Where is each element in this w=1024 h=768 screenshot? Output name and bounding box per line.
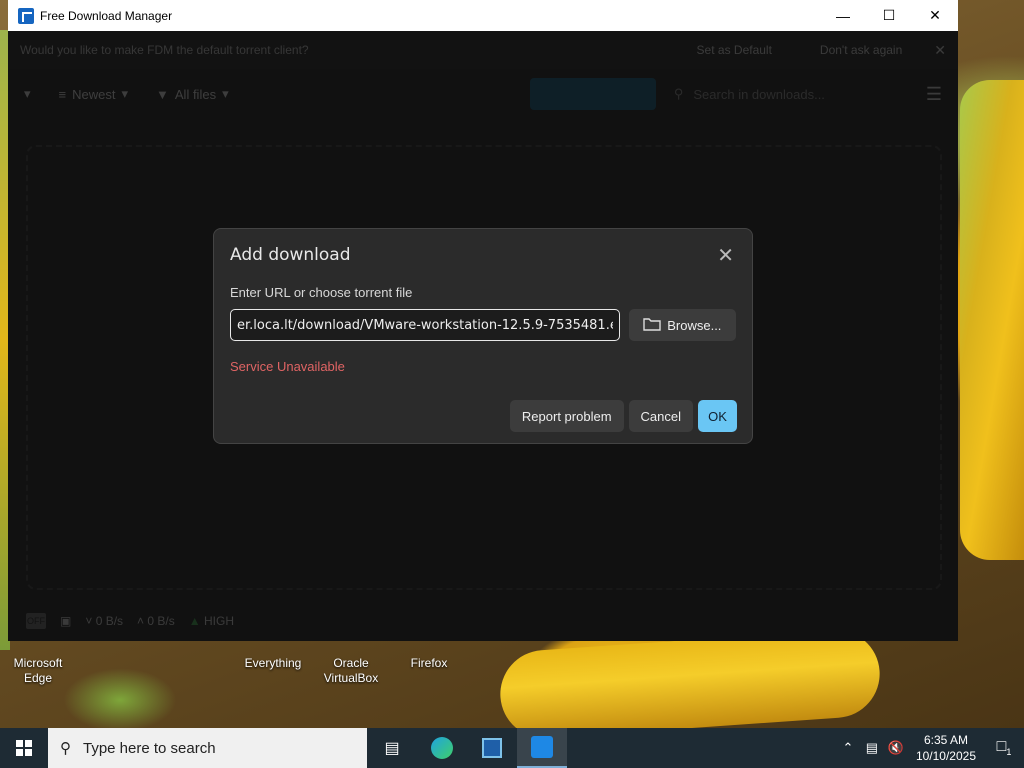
- everything-icon: [258, 642, 288, 654]
- desktop-icon-virtualbox[interactable]: Oracle VirtualBox: [316, 642, 386, 686]
- report-problem-button[interactable]: Report problem: [509, 400, 624, 432]
- desktop-icon-label: Firefox: [410, 656, 448, 670]
- desktop-icon-label: Everything: [244, 656, 302, 670]
- task-view-button[interactable]: ▤: [367, 728, 417, 768]
- taskbar-fdm[interactable]: [517, 728, 567, 768]
- cancel-button[interactable]: Cancel: [628, 400, 693, 432]
- url-input[interactable]: [230, 309, 620, 341]
- notification-count: 1: [1006, 747, 1012, 758]
- firefox-icon: [414, 642, 444, 654]
- ok-button[interactable]: OK: [698, 400, 737, 432]
- desktop-icon-label: Oracle: [333, 656, 369, 670]
- taskbar-virtualbox[interactable]: [467, 728, 517, 768]
- dialog-buttons: Report problem Cancel OK: [509, 400, 737, 432]
- url-label: Enter URL or choose torrent file: [230, 285, 413, 300]
- system-tray: ⌃ ▤ 🔇 6:35 AM 10/10/2025 □1: [836, 728, 1024, 768]
- taskbar-search-placeholder: Type here to search: [83, 739, 216, 757]
- window-title: Free Download Manager: [40, 8, 173, 23]
- windows-icon: [16, 740, 32, 756]
- fdm-icon: [531, 736, 553, 758]
- error-message: Service Unavailable: [230, 359, 345, 374]
- add-download-dialog: Add download ✕ Enter URL or choose torre…: [213, 228, 753, 444]
- maximize-button[interactable]: ☐: [866, 0, 912, 31]
- taskbar: ⚲ Type here to search ▤ ⌃ ▤ 🔇 6:35 AM 10…: [0, 728, 1024, 768]
- virtualbox-icon: [336, 642, 366, 654]
- notifications-icon[interactable]: □1: [984, 738, 1024, 757]
- fdm-app-icon: [18, 7, 34, 24]
- clock[interactable]: 6:35 AM 10/10/2025: [908, 732, 984, 764]
- clock-date: 10/10/2025: [915, 749, 976, 763]
- folder-icon: [643, 317, 661, 334]
- browse-label: Browse...: [667, 317, 722, 333]
- network-icon[interactable]: ▤: [860, 740, 884, 756]
- edge-icon: [431, 737, 453, 759]
- desktop-icon-everything[interactable]: Everything: [238, 642, 308, 671]
- close-icon[interactable]: ✕: [717, 243, 734, 268]
- url-row: Browse...: [230, 309, 736, 341]
- edge-icon: [23, 642, 53, 654]
- start-button[interactable]: [0, 728, 48, 768]
- volume-muted-icon[interactable]: 🔇: [884, 740, 908, 756]
- dialog-title: Add download: [230, 245, 351, 265]
- wallpaper-corn: [960, 80, 1024, 560]
- virtualbox-icon: [482, 738, 502, 758]
- taskbar-edge[interactable]: [417, 728, 467, 768]
- window-titlebar[interactable]: Free Download Manager — ☐ ✕: [8, 0, 958, 31]
- browse-button[interactable]: Browse...: [628, 309, 736, 341]
- task-view-icon: ▤: [384, 740, 400, 757]
- desktop-icon-edge[interactable]: Microsoft Edge: [3, 642, 73, 686]
- desktop-icon-label: Microsoft: [13, 656, 63, 670]
- taskbar-search-box[interactable]: ⚲ Type here to search: [48, 728, 367, 768]
- minimize-button[interactable]: —: [820, 0, 866, 31]
- desktop-icon-label: VirtualBox: [323, 671, 379, 685]
- close-button[interactable]: ✕: [912, 0, 958, 31]
- desktop-icon-label: Edge: [23, 671, 53, 685]
- search-icon: ⚲: [60, 740, 71, 757]
- desktop-icon-firefox[interactable]: Firefox: [394, 642, 464, 671]
- chevron-up-icon[interactable]: ⌃: [836, 740, 860, 756]
- clock-time: 6:35 AM: [923, 733, 968, 747]
